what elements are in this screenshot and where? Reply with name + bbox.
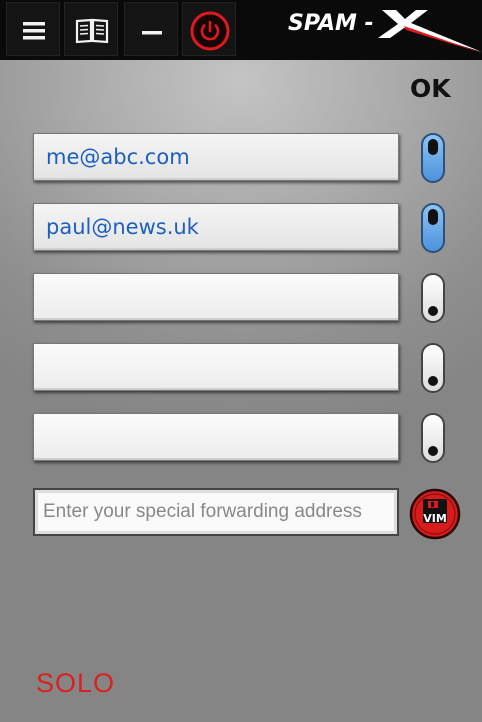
address-toggle-1[interactable] <box>421 133 445 183</box>
toggle-knob <box>428 139 438 155</box>
toggle-knob <box>428 446 438 456</box>
address-field-2[interactable]: paul@news.uk <box>33 203 399 251</box>
ok-header-label: OK <box>410 74 451 103</box>
minimize-icon <box>142 31 162 35</box>
address-field-5[interactable] <box>33 413 399 461</box>
toggle-knob <box>428 376 438 386</box>
address-toggle-5[interactable] <box>421 413 445 463</box>
book-icon <box>75 18 109 44</box>
menu-button[interactable] <box>6 2 60 56</box>
power-button[interactable] <box>182 2 236 56</box>
address-field-1[interactable]: me@abc.com <box>33 133 399 181</box>
forwarding-address-box <box>33 488 399 536</box>
address-field-value: me@abc.com <box>46 145 190 169</box>
vim-button-label: VIM <box>423 512 447 525</box>
address-field-value: paul@news.uk <box>46 215 199 239</box>
book-button[interactable] <box>64 2 118 56</box>
menu-icon <box>23 22 45 40</box>
svg-text:SPAM -: SPAM - <box>288 11 374 36</box>
toggle-knob <box>428 306 438 316</box>
power-icon <box>190 11 230 51</box>
address-field-3[interactable] <box>33 273 399 321</box>
spam-x-logo: SPAM - <box>288 10 482 53</box>
forwarding-address-input[interactable] <box>43 498 385 526</box>
address-toggle-2[interactable] <box>421 203 445 253</box>
address-field-4[interactable] <box>33 343 399 391</box>
vim-button[interactable]: VIM <box>409 488 461 540</box>
mode-label: SOLO <box>36 668 116 698</box>
top-toolbar: SPAM - <box>0 0 482 60</box>
app-window: SPAM - OK me@abc.com paul@news.uk Enter … <box>0 0 482 722</box>
address-toggle-3[interactable] <box>421 273 445 323</box>
address-toggle-4[interactable] <box>421 343 445 393</box>
toggle-knob <box>428 209 438 225</box>
minimize-button[interactable] <box>124 2 178 56</box>
